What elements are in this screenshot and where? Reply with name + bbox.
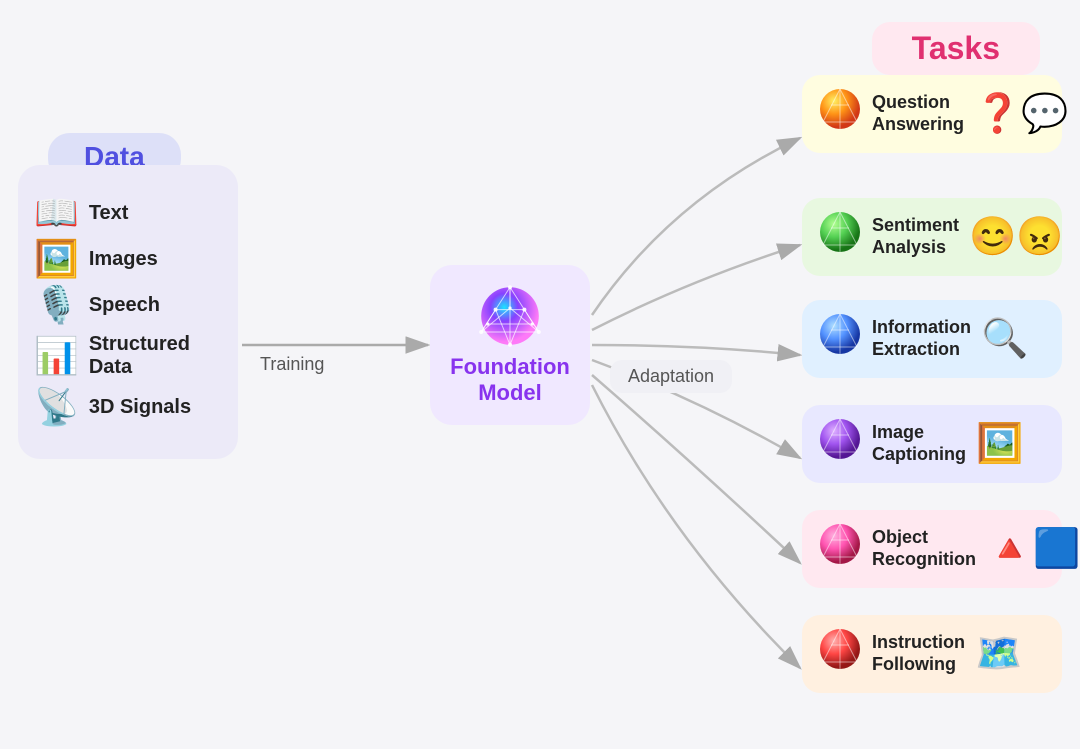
data-item-structured: 📊 StructuredData bbox=[34, 333, 222, 379]
ie-label: InformationExtraction bbox=[872, 317, 971, 360]
task-information-extraction: InformationExtraction 🔍 bbox=[802, 300, 1062, 378]
ic-label: ImageCaptioning bbox=[872, 422, 966, 465]
data-item-speech: 🎙️ Speech bbox=[34, 287, 222, 323]
foundation-model-title: FoundationModel bbox=[450, 354, 570, 407]
qa-label: QuestionAnswering bbox=[872, 92, 964, 135]
data-item-text: 📖 Text bbox=[34, 195, 222, 231]
if-label: InstructionFollowing bbox=[872, 632, 965, 675]
text-label: Text bbox=[89, 202, 129, 225]
training-label: Training bbox=[260, 354, 324, 375]
adaptation-label: Adaptation bbox=[610, 360, 732, 393]
data-panel: 📖 Text 🖼️ Images 🎙️ Speech 📊 StructuredD… bbox=[18, 165, 238, 459]
images-icon: 🖼️ bbox=[34, 241, 79, 277]
task-sentiment-analysis: SentimentAnalysis 😊😠 bbox=[802, 198, 1062, 276]
ic-ball bbox=[818, 417, 862, 471]
qa-ball bbox=[818, 87, 862, 141]
sa-ball bbox=[818, 210, 862, 264]
foundation-model-box: FoundationModel bbox=[430, 265, 590, 425]
signals-label: 3D Signals bbox=[89, 396, 191, 419]
data-item-3d: 📡 3D Signals bbox=[34, 389, 222, 425]
structured-icon: 📊 bbox=[34, 338, 79, 374]
tasks-title: Tasks bbox=[912, 30, 1000, 66]
foundation-model-globe bbox=[478, 284, 542, 348]
speech-icon: 🎙️ bbox=[34, 287, 79, 323]
task-image-captioning: ImageCaptioning 🖼️ bbox=[802, 405, 1062, 483]
speech-label: Speech bbox=[89, 294, 160, 317]
task-object-recognition: ObjectRecognition 🔺🟦 bbox=[802, 510, 1062, 588]
or-label: ObjectRecognition bbox=[872, 527, 976, 570]
signals-icon: 📡 bbox=[34, 389, 79, 425]
tasks-title-box: Tasks bbox=[872, 22, 1040, 75]
ie-icon: 🔍 bbox=[981, 317, 1028, 361]
images-label: Images bbox=[89, 248, 158, 271]
if-ball bbox=[818, 627, 862, 681]
ie-ball bbox=[818, 312, 862, 366]
task-instruction-following: InstructionFollowing 🗺️ bbox=[802, 615, 1062, 693]
data-item-images: 🖼️ Images bbox=[34, 241, 222, 277]
structured-label: StructuredData bbox=[89, 333, 190, 379]
or-icon: 🔺🟦 bbox=[986, 527, 1080, 571]
ic-icon: 🖼️ bbox=[976, 422, 1023, 466]
qa-icon: ❓💬 bbox=[974, 92, 1069, 136]
if-icon: 🗺️ bbox=[975, 632, 1022, 676]
or-ball bbox=[818, 522, 862, 576]
sa-icon: 😊😠 bbox=[969, 215, 1064, 259]
task-question-answering: QuestionAnswering ❓💬 bbox=[802, 75, 1062, 153]
text-icon: 📖 bbox=[34, 195, 79, 231]
sa-label: SentimentAnalysis bbox=[872, 215, 959, 258]
